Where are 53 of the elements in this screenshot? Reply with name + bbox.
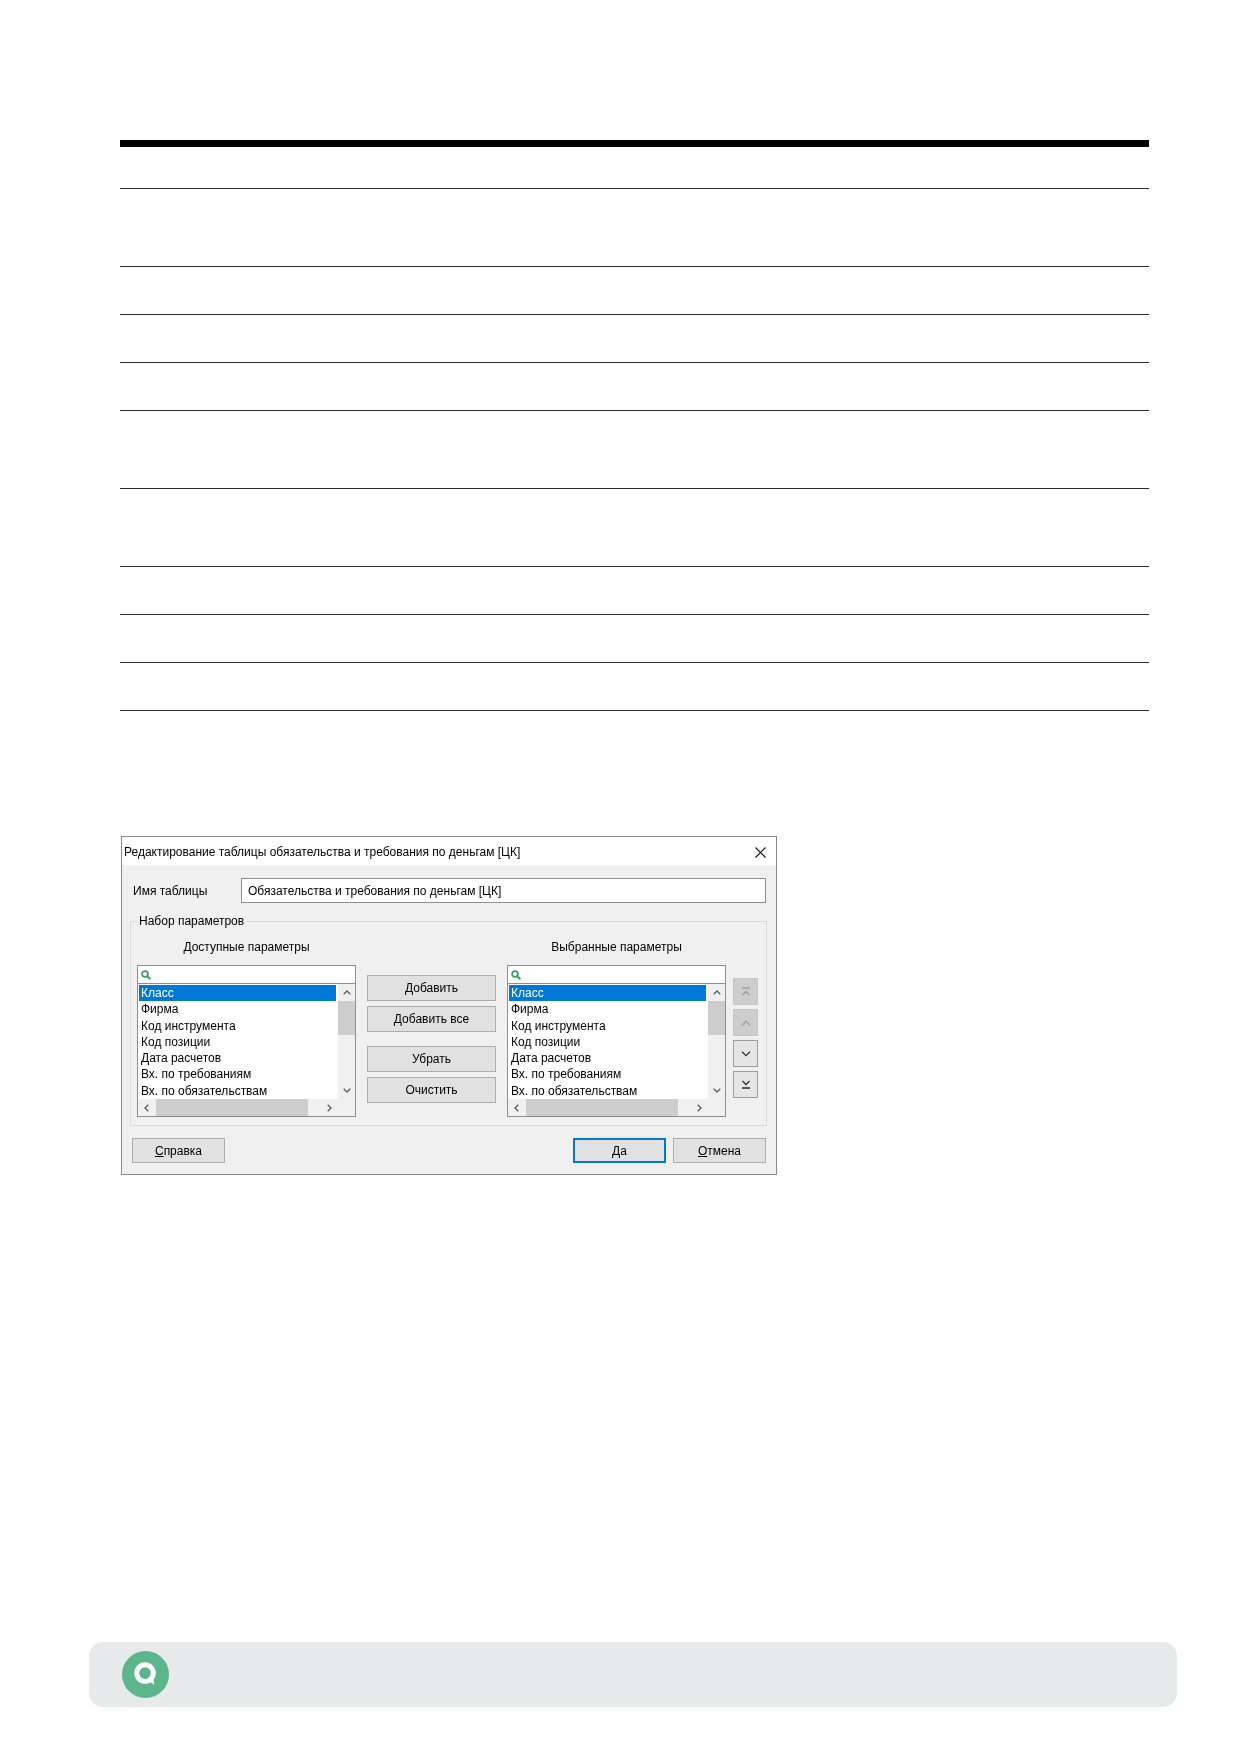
search-icon (511, 969, 521, 980)
cancel-button[interactable]: Отмена (673, 1138, 766, 1163)
help-button[interactable]: Справка (132, 1138, 225, 1163)
list-item[interactable]: Фирма (509, 1001, 706, 1018)
vertical-scrollbar[interactable] (708, 984, 725, 1099)
chevron-right-icon[interactable] (327, 1103, 332, 1112)
horizontal-scrollbar[interactable] (508, 1099, 708, 1116)
chevron-left-icon[interactable] (144, 1103, 149, 1112)
scrollbar-thumb[interactable] (708, 1001, 725, 1035)
list-heading: Доступные параметры (183, 940, 310, 954)
list-item[interactable]: Вх. по требованиям (139, 1066, 336, 1083)
add-button[interactable]: Добавить (367, 975, 496, 1001)
group-label: Набор параметров (138, 914, 246, 928)
list-item[interactable]: Дата расчетов (509, 1050, 706, 1067)
chevron-up-bar-icon (740, 987, 751, 996)
table-name-field[interactable]: Обязательства и требования по деньгам [ЦК] (241, 878, 766, 903)
add-all-button[interactable]: Добавить все (367, 1006, 496, 1032)
speech-bubble-icon (122, 1651, 169, 1698)
list-item[interactable]: Код инструмента (509, 1017, 706, 1034)
chevron-up-icon[interactable] (342, 990, 351, 995)
chevron-up-icon[interactable] (712, 990, 721, 995)
list-item[interactable]: Вх. по требованиям (509, 1066, 706, 1083)
search-icon (141, 969, 151, 980)
table-name-label: Имя таблицы (133, 883, 208, 898)
list-heading: Выбранные параметры (551, 940, 682, 954)
chevron-down-icon[interactable] (712, 1088, 721, 1093)
window-title: Редактирование таблицы обязательства и требования по деньгам [ЦК] (124, 845, 521, 859)
move-bottom-button[interactable] (733, 1071, 758, 1098)
chevron-left-icon[interactable] (514, 1103, 519, 1112)
move-down-button[interactable] (733, 1040, 758, 1067)
scrollbar-thumb[interactable] (526, 1099, 678, 1116)
chevron-right-icon[interactable] (697, 1103, 702, 1112)
list-item[interactable]: Код позиции (139, 1033, 336, 1051)
ok-button[interactable]: Да (573, 1138, 666, 1163)
list-item[interactable]: Вх. по обязательствам (139, 1082, 336, 1099)
list-item[interactable]: Код позиции (509, 1033, 706, 1051)
list-item[interactable]: Дата расчетов (139, 1050, 336, 1067)
chevron-down-bar-icon (740, 1080, 751, 1089)
chevron-down-icon (740, 1050, 751, 1057)
vertical-scrollbar[interactable] (338, 984, 355, 1099)
list-item[interactable]: Код инструмента (139, 1017, 336, 1034)
chevron-up-icon (740, 1019, 751, 1026)
clear-button[interactable]: Очистить (367, 1077, 496, 1103)
scrollbar-thumb[interactable] (338, 1001, 355, 1035)
list-item[interactable]: Фирма (139, 1001, 336, 1018)
scrollbar-thumb[interactable] (156, 1099, 308, 1116)
horizontal-scrollbar[interactable] (138, 1099, 338, 1116)
close-icon[interactable] (755, 846, 766, 858)
list-item[interactable]: Класс (509, 985, 706, 1002)
list-item[interactable]: Класс (139, 985, 336, 1002)
remove-button[interactable]: Убрать (367, 1046, 496, 1072)
chevron-down-icon[interactable] (342, 1088, 351, 1093)
list-item[interactable]: Вх. по обязательствам (509, 1082, 706, 1099)
